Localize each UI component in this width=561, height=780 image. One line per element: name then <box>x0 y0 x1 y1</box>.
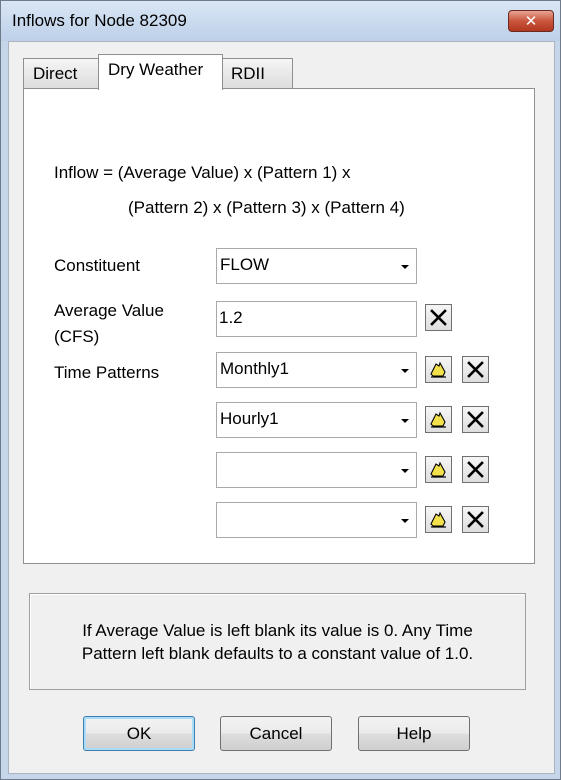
delete-x-icon <box>467 511 484 528</box>
edit-pattern-icon <box>430 361 446 378</box>
info-line-2: Pattern left blank defaults to a constan… <box>81 644 474 663</box>
info-line-1: If Average Value is left blank its value… <box>82 621 473 640</box>
edit-pattern-1-button[interactable] <box>425 356 452 383</box>
info-box: If Average Value is left blank its value… <box>29 593 526 690</box>
delete-pattern-1-button[interactable] <box>462 356 489 383</box>
chevron-down-icon <box>401 265 409 269</box>
delete-x-icon <box>467 361 484 378</box>
average-value-field[interactable] <box>216 301 417 337</box>
dialog-window: Inflows for Node 82309 ✕ Direct Dry Weat… <box>0 0 561 780</box>
cancel-button[interactable]: Cancel <box>220 716 332 751</box>
chevron-down-icon <box>401 519 409 523</box>
formula-line-1: Inflow = (Average Value) x (Pattern 1) x <box>54 163 351 182</box>
delete-x-icon <box>467 411 484 428</box>
tab-rdii-label: RDII <box>231 64 265 83</box>
tab-rdii[interactable]: RDII <box>222 58 293 89</box>
close-icon: ✕ <box>524 13 538 30</box>
delete-pattern-3-button[interactable] <box>462 456 489 483</box>
pattern-1-select[interactable]: Monthly1 <box>216 352 417 388</box>
average-value-units: (CFS) <box>54 327 100 346</box>
edit-pattern-2-button[interactable] <box>425 406 452 433</box>
pattern-2-select[interactable]: Hourly1 <box>216 402 417 438</box>
info-text: If Average Value is left blank its value… <box>30 619 525 665</box>
delete-pattern-4-button[interactable] <box>462 506 489 533</box>
delete-x-icon <box>430 309 447 326</box>
clear-average-button[interactable] <box>425 304 452 331</box>
tab-dry-weather-label: Dry Weather <box>108 60 204 79</box>
window-title: Inflows for Node 82309 <box>12 11 187 30</box>
chevron-down-icon <box>401 369 409 373</box>
edit-pattern-3-button[interactable] <box>425 456 452 483</box>
edit-pattern-icon <box>430 511 446 528</box>
help-button[interactable]: Help <box>358 716 470 751</box>
time-patterns-label: Time Patterns <box>54 363 160 382</box>
average-value-input[interactable] <box>219 308 409 328</box>
average-value-label: Average Value <box>54 301 164 320</box>
pattern-4-select[interactable] <box>216 502 417 538</box>
tab-direct[interactable]: Direct <box>23 58 99 89</box>
tab-dry-weather[interactable]: Dry Weather <box>98 54 223 90</box>
tab-direct-label: Direct <box>33 64 78 83</box>
chevron-down-icon <box>401 419 409 423</box>
delete-pattern-2-button[interactable] <box>462 406 489 433</box>
edit-pattern-icon <box>430 461 446 478</box>
pattern-3-select[interactable] <box>216 452 417 488</box>
pattern-2-value: Hourly1 <box>220 409 279 428</box>
close-button[interactable]: ✕ <box>508 10 554 32</box>
constituent-label: Constituent <box>54 256 140 275</box>
constituent-value: FLOW <box>220 255 270 274</box>
edit-pattern-icon <box>430 411 446 428</box>
ok-button[interactable]: OK <box>83 716 195 751</box>
constituent-select[interactable]: FLOW <box>216 248 417 284</box>
delete-x-icon <box>467 461 484 478</box>
dialog-client-area: Direct Dry Weather RDII Inflow = (Averag… <box>8 41 555 774</box>
title-bar[interactable]: Inflows for Node 82309 ✕ <box>1 1 560 41</box>
pattern-1-value: Monthly1 <box>220 359 289 378</box>
chevron-down-icon <box>401 469 409 473</box>
edit-pattern-4-button[interactable] <box>425 506 452 533</box>
dry-weather-panel: Inflow = (Average Value) x (Pattern 1) x… <box>23 88 535 564</box>
formula-line-2: (Pattern 2) x (Pattern 3) x (Pattern 4) <box>128 198 405 217</box>
